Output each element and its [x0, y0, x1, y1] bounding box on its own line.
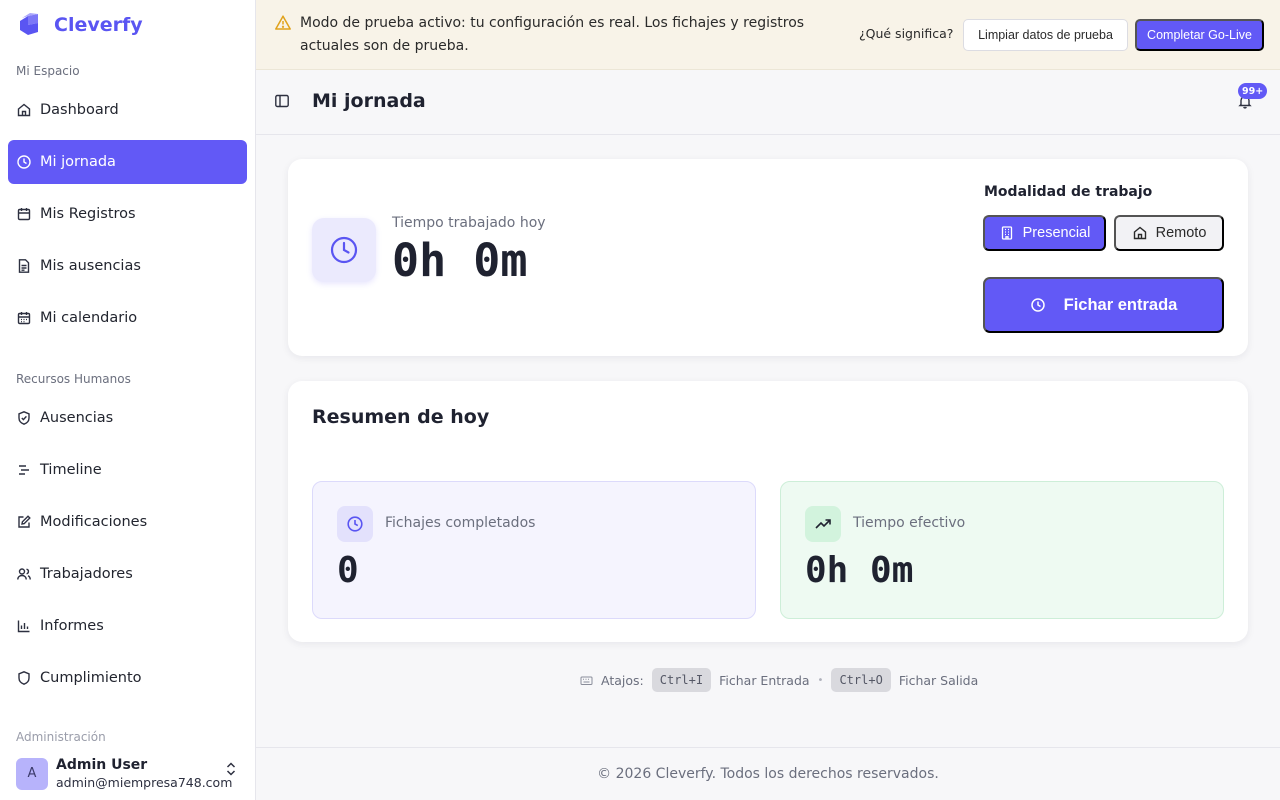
- sidebar-item-label: Mis ausencias: [40, 258, 141, 274]
- trending-up-icon: [814, 515, 832, 533]
- clock-icon: [16, 154, 32, 170]
- sidebar-item-cumplimiento[interactable]: Cumplimiento: [8, 656, 247, 700]
- shield-icon: [16, 670, 32, 686]
- section-label-recursos-humanos: Recursos Humanos: [16, 372, 131, 386]
- notification-badge: 99+: [1238, 83, 1268, 99]
- footer: © 2026 Cleverfy. Todos los derechos rese…: [256, 747, 1280, 800]
- stat-completed-clockings: Fichajes completados 0: [312, 481, 756, 619]
- sidebar-item-dashboard[interactable]: Dashboard: [8, 88, 247, 132]
- sidebar-item-mi-jornada[interactable]: Mi jornada: [8, 140, 247, 184]
- page-title: Mi jornada: [312, 90, 426, 112]
- shortcut-key-clock-out: Ctrl+O: [831, 668, 891, 692]
- bar-chart-icon: [16, 618, 32, 634]
- modality-remoto-label: Remoto: [1155, 225, 1207, 241]
- page-header: Mi jornada 99+: [256, 71, 1280, 135]
- keyboard-shortcuts: Atajos: Ctrl+I Fichar Entrada • Ctrl+O F…: [580, 668, 978, 692]
- users-icon: [16, 566, 32, 582]
- app-name: Cleverfy: [54, 14, 143, 36]
- stat-label: Fichajes completados: [385, 515, 536, 531]
- work-modality-label: Modalidad de trabajo: [984, 184, 1153, 200]
- chevron-up-down-icon[interactable]: [224, 760, 238, 778]
- clock-icon: [1030, 297, 1046, 313]
- work-time-card: Tiempo trabajado hoy 0h 0m Modalidad de …: [288, 159, 1248, 356]
- stat-icon-box: [337, 506, 373, 542]
- home-icon: [16, 102, 32, 118]
- stat-label: Tiempo efectivo: [853, 515, 966, 531]
- sidebar-item-timeline[interactable]: Timeline: [8, 448, 247, 492]
- shortcut-action-clock-out: Fichar Salida: [898, 672, 979, 688]
- edit-icon: [16, 514, 32, 530]
- footer-copyright: © 2026 Cleverfy. Todos los derechos rese…: [597, 766, 939, 782]
- sidebar-item-informes[interactable]: Informes: [8, 604, 247, 648]
- sidebar-item-label: Timeline: [40, 462, 102, 478]
- banner-message: Modo de prueba activo: tu configuración …: [300, 15, 805, 54]
- clock-icon: [346, 515, 364, 533]
- sidebar-item-label: Mis Registros: [40, 206, 136, 222]
- clear-test-data-button[interactable]: Limpiar datos de prueba: [963, 19, 1128, 51]
- timeline-icon: [16, 462, 32, 478]
- sidebar: Cleverfy Mi Espacio Dashboard Mi jornada…: [0, 0, 256, 800]
- sidebar-item-label: Modificaciones: [40, 514, 148, 530]
- calendar-icon: [16, 206, 32, 222]
- stat-value: 0h 0m: [805, 550, 914, 591]
- sidebar-item-label: Trabajadores: [40, 566, 133, 582]
- sidebar-item-trabajadores[interactable]: Trabajadores: [8, 552, 247, 596]
- summary-title: Resumen de hoy: [312, 406, 490, 428]
- separator-dot: •: [817, 674, 824, 686]
- today-summary-card: Resumen de hoy Fichajes completados 0 Ti…: [288, 381, 1248, 642]
- user-name: Admin User: [56, 756, 148, 773]
- cleverfy-logo-icon: [16, 11, 44, 39]
- sidebar-item-mis-registros[interactable]: Mis Registros: [8, 192, 247, 236]
- modality-presencial-button[interactable]: Presencial: [983, 215, 1106, 251]
- sidebar-item-ausencias[interactable]: Ausencias: [8, 396, 247, 440]
- complete-golive-button[interactable]: Completar Go-Live: [1135, 19, 1264, 51]
- avatar: A: [16, 757, 48, 790]
- test-mode-banner: Modo de prueba activo: tu configuración …: [256, 0, 1280, 70]
- modality-presencial-label: Presencial: [1022, 225, 1091, 241]
- user-email: admin@miempresa748.com: [56, 774, 233, 790]
- time-worked-label: Tiempo trabajado hoy: [392, 215, 546, 231]
- time-worked-value: 0h 0m: [392, 234, 528, 287]
- shortcuts-label: Atajos:: [601, 672, 644, 688]
- stat-icon-box: [805, 506, 841, 542]
- calendar-grid-icon: [16, 310, 32, 326]
- shield-check-icon: [16, 410, 32, 426]
- sidebar-item-label: Cumplimiento: [40, 670, 142, 686]
- sidebar-item-label: Mi jornada: [40, 154, 116, 170]
- warning-icon: [274, 14, 292, 32]
- stat-effective-time: Tiempo efectivo 0h 0m: [780, 481, 1224, 619]
- section-label-partial: Administración: [16, 730, 106, 742]
- building-icon: [999, 225, 1015, 241]
- sidebar-toggle-icon[interactable]: [274, 93, 290, 109]
- section-label-mi-espacio: Mi Espacio: [16, 64, 80, 78]
- clock-icon: [328, 234, 360, 266]
- home-icon: [1132, 225, 1148, 241]
- brand[interactable]: Cleverfy: [16, 10, 143, 40]
- sidebar-item-label: Dashboard: [40, 102, 119, 118]
- sidebar-item-mi-calendario[interactable]: Mi calendario: [8, 296, 247, 340]
- sidebar-item-label: Ausencias: [40, 410, 114, 426]
- clock-in-button[interactable]: Fichar entrada: [983, 277, 1224, 333]
- sidebar-item-label: Informes: [40, 618, 104, 634]
- sidebar-item-mis-ausencias[interactable]: Mis ausencias: [8, 244, 247, 288]
- clock-in-label: Fichar entrada: [1063, 295, 1178, 314]
- shortcut-action-clock-in: Fichar Entrada: [719, 672, 810, 688]
- what-does-it-mean-link[interactable]: ¿Qué significa?: [859, 26, 953, 41]
- sidebar-item-label: Mi calendario: [40, 310, 138, 326]
- document-icon: [16, 258, 32, 274]
- work-clock-icon-box: [312, 218, 376, 282]
- stat-value: 0: [337, 550, 359, 591]
- shortcut-key-clock-in: Ctrl+I: [651, 668, 712, 692]
- modality-remoto-button[interactable]: Remoto: [1114, 215, 1224, 251]
- keyboard-icon: [580, 674, 593, 687]
- sidebar-item-modificaciones[interactable]: Modificaciones: [8, 500, 247, 544]
- user-menu[interactable]: A Admin User admin@miempresa748.com: [0, 747, 255, 800]
